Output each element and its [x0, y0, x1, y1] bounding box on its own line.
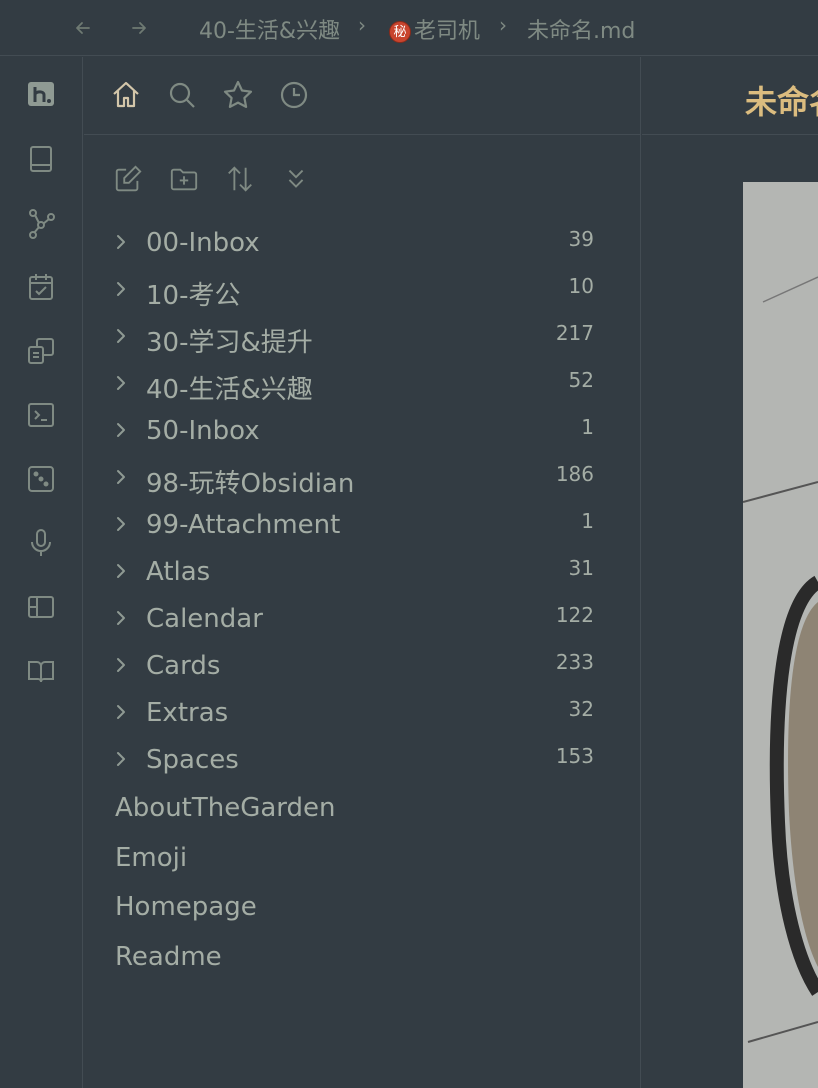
folder-count: 32 — [568, 697, 594, 721]
ribbon — [0, 57, 83, 1088]
breadcrumb-subfolder[interactable]: 秘老司机 — [389, 13, 480, 45]
file-item[interactable]: AboutTheGarden — [84, 788, 641, 832]
folder-count: 10 — [568, 274, 594, 298]
folder-count: 122 — [555, 603, 594, 627]
book-open-icon[interactable] — [24, 654, 58, 688]
folder-item[interactable]: 00-Inbox 39 — [84, 223, 641, 267]
folder-item[interactable]: 50-Inbox 1 — [84, 411, 641, 455]
folder-label: Atlas — [146, 557, 211, 587]
folder-label: 98-玩转Obsidian — [146, 469, 355, 499]
calendar-check-icon[interactable] — [24, 270, 58, 304]
chevron-right-icon[interactable] — [112, 280, 130, 298]
folder-count: 39 — [568, 227, 594, 251]
folder-label: Spaces — [146, 745, 239, 775]
chevron-right-icon[interactable] — [112, 609, 130, 627]
chevron-right-icon[interactable] — [112, 421, 130, 439]
folder-count: 153 — [555, 744, 594, 768]
folder-item[interactable]: Atlas 31 — [84, 552, 641, 596]
breadcrumb-separator: › — [499, 13, 507, 37]
file-item[interactable]: Homepage — [84, 887, 641, 931]
file-label: Emoji — [115, 842, 188, 873]
breadcrumb-folder[interactable]: 40-生活&兴趣 — [199, 13, 340, 45]
folder-label: 30-学习&提升 — [146, 328, 313, 358]
graph-icon[interactable] — [24, 206, 58, 240]
title-bar: 40-生活&兴趣 › 秘老司机 › 未命名.md — [0, 0, 818, 56]
sort-icon[interactable] — [224, 163, 256, 195]
folder-item[interactable]: 30-学习&提升 217 — [84, 317, 641, 361]
folder-label: 99-Attachment — [146, 510, 341, 540]
chevron-right-icon[interactable] — [112, 656, 130, 674]
editor-header: 未命名 — [642, 57, 818, 135]
chevron-right-icon[interactable] — [112, 515, 130, 533]
star-icon[interactable] — [221, 78, 255, 112]
microphone-icon[interactable] — [24, 526, 58, 560]
copy-icon[interactable] — [24, 334, 58, 368]
logo-icon[interactable] — [24, 78, 58, 112]
folder-count: 52 — [568, 368, 594, 392]
new-note-icon[interactable] — [112, 163, 144, 195]
folder-count: 186 — [555, 462, 594, 486]
folder-label: Cards — [146, 651, 221, 681]
file-explorer: 00-Inbox 39 10-考公 10 30-学习&提升 217 40-生活&兴趣 52 50… — [84, 57, 641, 1088]
file-item[interactable]: Readme — [84, 937, 641, 981]
arrow-right-icon[interactable] — [125, 14, 153, 42]
chevron-right-icon[interactable] — [112, 468, 130, 486]
file-item[interactable]: Emoji — [84, 838, 641, 882]
editor-pane: 未命名 — [642, 57, 818, 1088]
chevron-right-icon[interactable] — [112, 562, 130, 580]
home-icon[interactable] — [109, 78, 143, 112]
folder-item[interactable]: Spaces 153 — [84, 740, 641, 784]
terminal-icon[interactable] — [24, 398, 58, 432]
dice-icon[interactable] — [24, 462, 58, 496]
folder-item[interactable]: 98-玩转Obsidian 186 — [84, 458, 641, 502]
search-icon[interactable] — [165, 78, 199, 112]
folder-item[interactable]: Cards 233 — [84, 646, 641, 690]
secret-badge-icon: 秘 — [389, 21, 411, 43]
book-icon[interactable] — [24, 142, 58, 176]
clock-icon[interactable] — [277, 78, 311, 112]
chevron-right-icon[interactable] — [112, 233, 130, 251]
folder-item[interactable]: 40-生活&兴趣 52 — [84, 364, 641, 408]
folder-count: 1 — [581, 509, 594, 533]
folder-item[interactable]: 10-考公 10 — [84, 270, 641, 314]
chevron-right-icon[interactable] — [112, 750, 130, 768]
folder-count: 1 — [581, 415, 594, 439]
folder-label: 40-生活&兴趣 — [146, 375, 313, 405]
folder-label: 00-Inbox — [146, 228, 260, 258]
breadcrumb-separator: › — [358, 13, 366, 37]
folder-count: 233 — [555, 650, 594, 674]
sidebar-tabs — [84, 57, 641, 135]
folder-label: Extras — [146, 698, 229, 728]
folder-label: 50-Inbox — [146, 416, 260, 446]
breadcrumb-file[interactable]: 未命名.md — [527, 13, 635, 45]
folder-label: Calendar — [146, 604, 263, 634]
chevron-right-icon[interactable] — [112, 374, 130, 392]
folder-item[interactable]: 99-Attachment 1 — [84, 505, 641, 549]
document-title[interactable]: 未命名 — [745, 77, 818, 123]
folder-label: 10-考公 — [146, 281, 241, 311]
arrow-left-icon[interactable] — [69, 14, 97, 42]
chevron-right-icon[interactable] — [112, 327, 130, 345]
collapse-icon[interactable] — [280, 163, 312, 195]
folder-item[interactable]: Extras 32 — [84, 693, 641, 737]
embedded-image — [743, 182, 818, 1088]
new-folder-icon[interactable] — [168, 163, 200, 195]
folder-count: 217 — [555, 321, 594, 345]
file-label: Homepage — [115, 892, 257, 922]
layout-icon[interactable] — [24, 590, 58, 624]
breadcrumb-subfolder-label: 老司机 — [414, 19, 481, 44]
chevron-right-icon[interactable] — [112, 703, 130, 721]
folder-count: 31 — [568, 556, 594, 580]
file-label: AboutTheGarden — [115, 793, 336, 823]
folder-item[interactable]: Calendar 122 — [84, 599, 641, 643]
file-label: Readme — [115, 941, 222, 972]
